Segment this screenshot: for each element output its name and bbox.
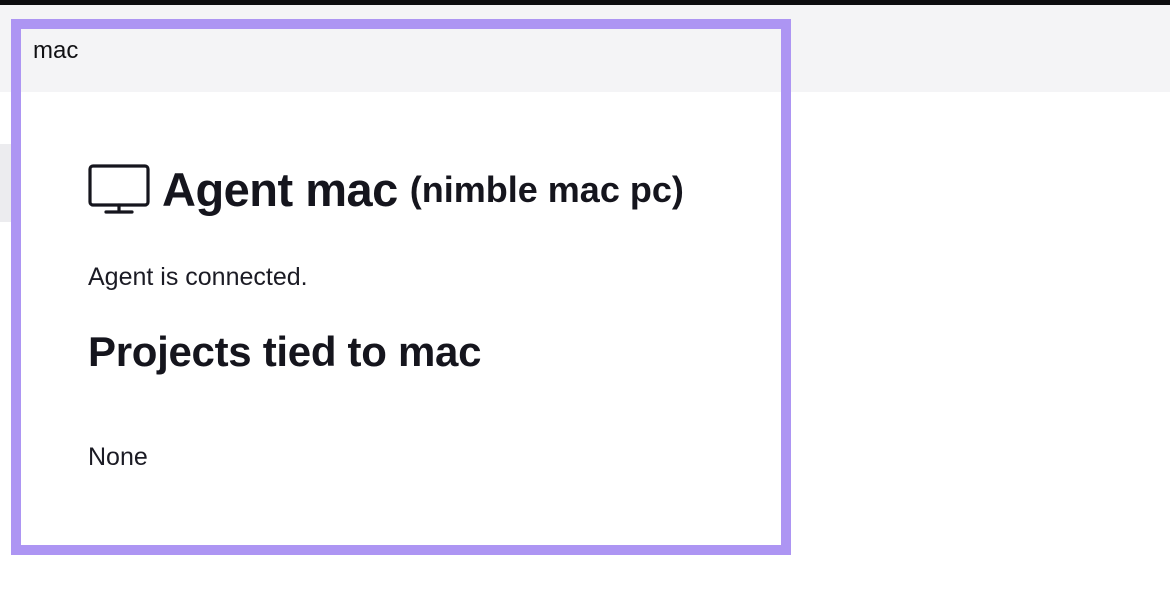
panel-body: Agent mac (nimble mac pc) Agent is conne… — [21, 161, 781, 472]
projects-value: None — [88, 443, 148, 471]
agent-title: Agent mac — [162, 163, 398, 216]
agent-panel: mac Agent mac (nimble mac pc) Agent is c… — [11, 19, 791, 555]
agent-subtitle: (nimble mac pc) — [409, 169, 684, 210]
agent-heading: Agent mac (nimble mac pc) — [88, 161, 781, 219]
panel-header-title: mac — [33, 37, 79, 64]
agent-status-text: Agent is connected. — [88, 263, 308, 291]
monitor-icon — [88, 164, 150, 216]
panel-header: mac — [21, 29, 781, 92]
projects-heading: Projects tied to mac — [88, 328, 482, 375]
